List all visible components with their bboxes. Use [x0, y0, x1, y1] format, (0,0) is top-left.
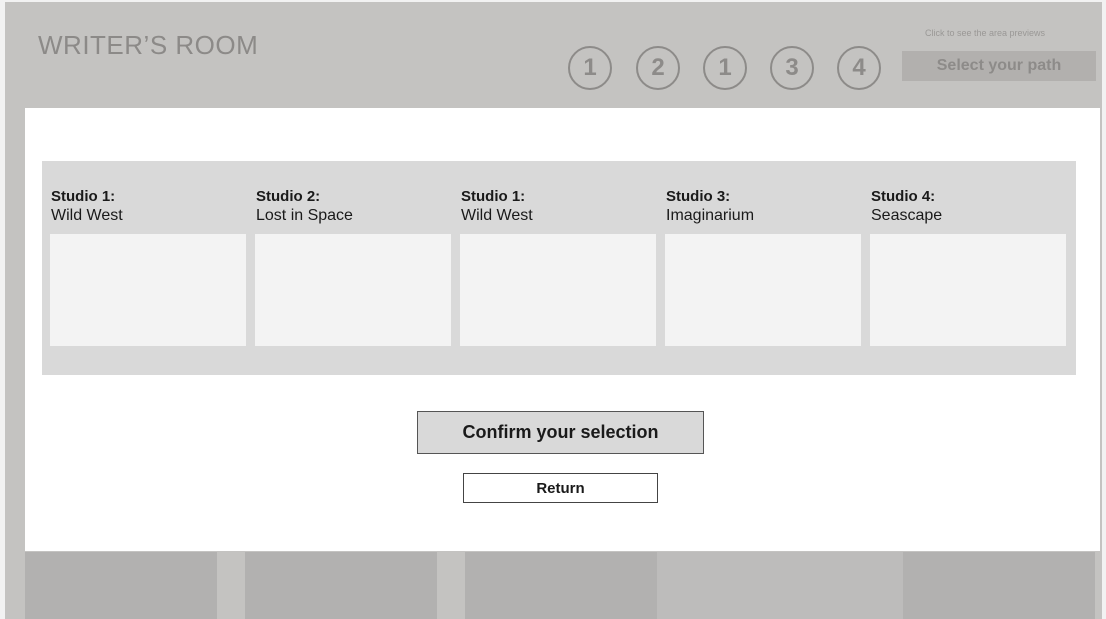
area-preview-tile[interactable] — [245, 552, 437, 619]
studio-preview-image[interactable] — [255, 234, 451, 346]
studio-theme: Imaginarium — [666, 207, 755, 224]
area-preview-tile[interactable] — [657, 552, 903, 619]
studio-preview-image[interactable] — [665, 234, 861, 346]
studio-preview-image[interactable] — [460, 234, 656, 346]
studio-preview-image[interactable] — [50, 234, 246, 346]
studio-name: Studio 1: — [461, 188, 526, 205]
studio-card[interactable]: Studio 1: Wild West — [42, 161, 246, 351]
studio-card[interactable]: Studio 2: Lost in Space — [247, 161, 451, 351]
return-button[interactable]: Return — [463, 473, 658, 503]
studio-name: Studio 4: — [871, 188, 936, 205]
confirm-selection-button[interactable]: Confirm your selection — [417, 411, 704, 454]
studio-theme: Lost in Space — [256, 207, 353, 224]
area-preview-tile[interactable] — [903, 552, 1095, 619]
app-window: WRITER’S ROOM 1 2 1 3 4 Click to see the… — [5, 2, 1102, 619]
studio-theme: Seascape — [871, 207, 943, 224]
area-button-1[interactable]: 1 — [568, 46, 612, 90]
app-title: WRITER’S ROOM — [38, 30, 259, 60]
studio-name: Studio 2: — [256, 188, 321, 205]
area-preview-tile[interactable] — [465, 552, 657, 619]
studio-preview-image[interactable] — [870, 234, 1066, 346]
studio-card[interactable]: Studio 4: Seascape — [862, 161, 1066, 351]
area-button-3[interactable]: 3 — [770, 46, 814, 90]
area-button-1-alt[interactable]: 1 — [703, 46, 747, 90]
selection-modal: Studio 1: Wild West Studio 2: Lost in Sp… — [25, 108, 1100, 551]
area-button-4[interactable]: 4 — [837, 46, 881, 90]
area-preview-tile[interactable] — [25, 552, 217, 619]
studio-list: Studio 1: Wild West Studio 2: Lost in Sp… — [42, 161, 1076, 375]
studio-card[interactable]: Studio 1: Wild West — [452, 161, 656, 351]
studio-theme: Wild West — [51, 207, 123, 224]
studio-name: Studio 1: — [51, 188, 116, 205]
area-preview-hint: Click to see the area previews — [925, 28, 1046, 38]
studio-name: Studio 3: — [666, 188, 731, 205]
studio-theme: Wild West — [461, 207, 533, 224]
area-button-2[interactable]: 2 — [636, 46, 680, 90]
select-path-button[interactable]: Select your path — [902, 51, 1096, 81]
studio-card[interactable]: Studio 3: Imaginarium — [657, 161, 861, 351]
